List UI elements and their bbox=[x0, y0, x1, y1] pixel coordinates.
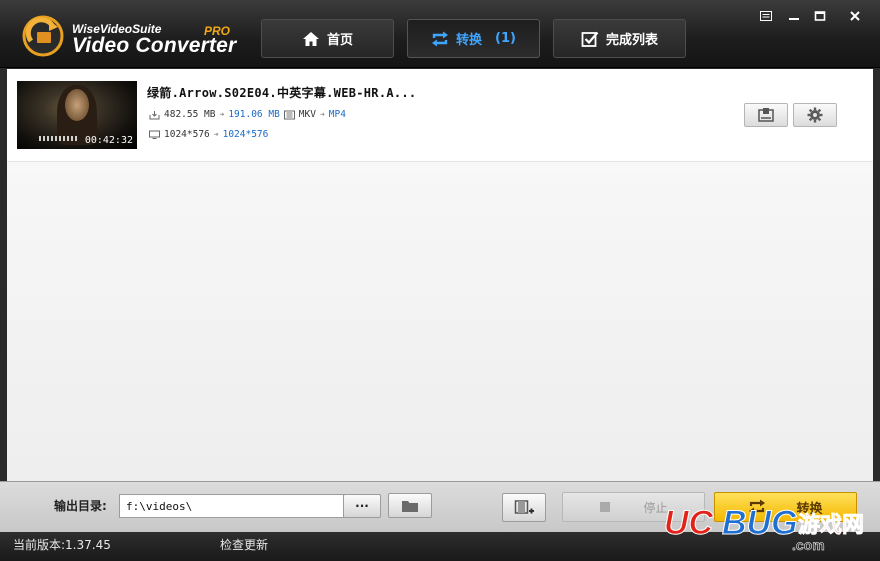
convert-icon bbox=[432, 31, 449, 46]
tab-completed-list[interactable]: 完成列表 bbox=[553, 19, 686, 58]
conversion-list: 00:42:32 绿箭.Arrow.S02E04.中英字幕.WEB-HR.A..… bbox=[7, 69, 873, 481]
menu-button[interactable] bbox=[757, 8, 775, 24]
svg-text:BUG: BUG bbox=[722, 504, 798, 542]
brand-pro-badge: PRO bbox=[204, 24, 231, 38]
gear-icon bbox=[807, 107, 823, 123]
folder-icon bbox=[402, 500, 418, 512]
app-logo-icon bbox=[22, 15, 64, 57]
svg-text:UC: UC bbox=[664, 504, 714, 542]
resolution-from: 1024*576 bbox=[164, 129, 210, 140]
watermark-logo: UC BUG 游戏网 .com bbox=[664, 504, 864, 554]
arrow-icon: ➜ bbox=[319, 110, 325, 119]
tab-convert-count: (1) bbox=[495, 31, 516, 46]
svg-text:游戏网: 游戏网 bbox=[798, 512, 864, 538]
title-bar: WiseVideoSuite Video Converter PRO 首页 转换… bbox=[0, 0, 880, 68]
size-from: 482.55 MB bbox=[164, 109, 216, 120]
film-icon bbox=[283, 110, 295, 119]
monitor-icon bbox=[149, 130, 160, 139]
video-duration: 00:42:32 bbox=[84, 135, 133, 146]
output-directory-label: 输出目录: bbox=[54, 499, 107, 513]
stop-icon bbox=[600, 502, 611, 512]
open-folder-button[interactable] bbox=[388, 493, 432, 518]
file-title: 绿箭.Arrow.S02E04.中英字幕.WEB-HR.A... bbox=[147, 86, 417, 100]
version-text: 当前版本:1.37.45 bbox=[13, 538, 111, 552]
tab-convert[interactable]: 转换 (1) bbox=[407, 19, 540, 58]
add-video-button[interactable] bbox=[502, 493, 546, 522]
size-to: 191.06 MB bbox=[228, 109, 280, 120]
video-thumbnail: 00:42:32 bbox=[17, 81, 137, 149]
settings-button[interactable] bbox=[793, 103, 837, 127]
tab-completed-list-label: 完成列表 bbox=[605, 33, 658, 48]
clip-edit-icon bbox=[758, 108, 774, 122]
format-from: MKV bbox=[298, 109, 316, 120]
edit-video-button[interactable] bbox=[744, 103, 788, 127]
close-button[interactable] bbox=[846, 8, 864, 24]
resolution-info: 1024*576 ➜ 1024*576 bbox=[149, 129, 268, 140]
size-info: 482.55 MB ➜ 191.06 MB MKV ➜ MP4 bbox=[149, 109, 346, 120]
add-film-icon bbox=[514, 499, 534, 514]
maximize-icon bbox=[814, 11, 826, 21]
close-icon bbox=[850, 11, 860, 21]
maximize-button[interactable] bbox=[811, 8, 829, 24]
arrow-icon: ➜ bbox=[213, 130, 219, 139]
size-icon bbox=[149, 110, 160, 119]
minimize-button[interactable] bbox=[785, 8, 803, 24]
arrow-icon: ➜ bbox=[219, 110, 225, 119]
tab-home[interactable]: 首页 bbox=[261, 19, 394, 58]
tab-home-label: 首页 bbox=[326, 33, 353, 48]
output-path-input[interactable] bbox=[119, 494, 344, 518]
browse-path-button[interactable]: ··· bbox=[343, 494, 381, 518]
svg-text:.com: .com bbox=[792, 537, 825, 553]
check-update-link[interactable]: 检查更新 bbox=[220, 536, 268, 553]
resolution-to: 1024*576 bbox=[222, 129, 269, 140]
format-to: MP4 bbox=[328, 109, 346, 120]
checklist-icon bbox=[581, 31, 599, 47]
list-item[interactable]: 00:42:32 绿箭.Arrow.S02E04.中英字幕.WEB-HR.A..… bbox=[7, 69, 873, 162]
tab-convert-label: 转换 bbox=[456, 33, 483, 48]
home-icon bbox=[302, 31, 319, 46]
menu-icon bbox=[760, 11, 772, 21]
minimize-icon bbox=[789, 18, 799, 20]
